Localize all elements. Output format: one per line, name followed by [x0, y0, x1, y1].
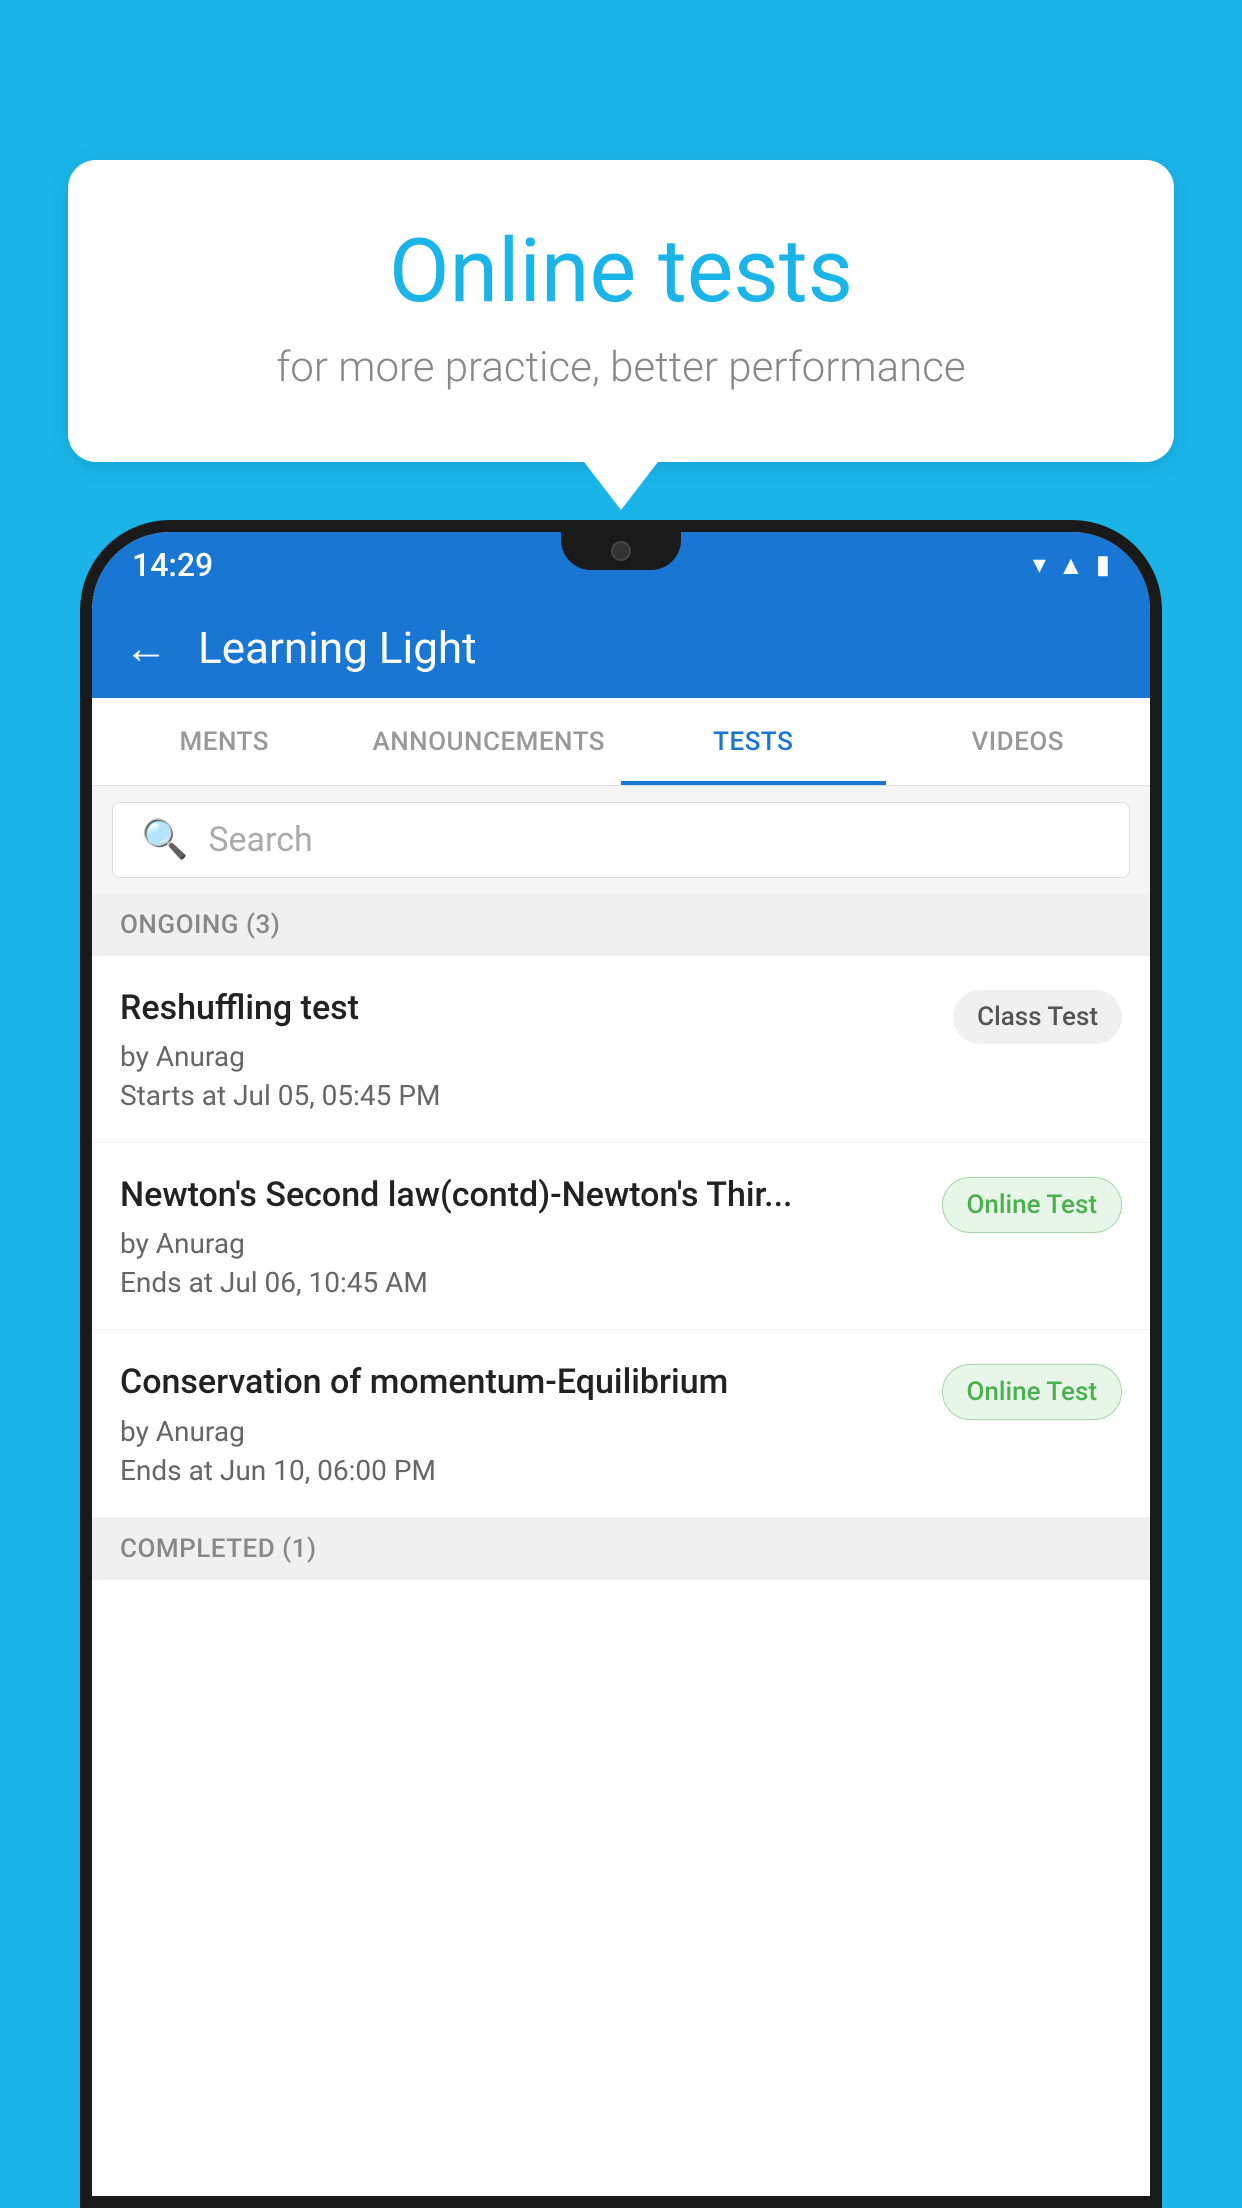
search-placeholder: Search [208, 820, 312, 860]
tab-videos[interactable]: VIDEOS [886, 698, 1151, 785]
test-info-2: Newton's Second law(contd)-Newton's Thir… [120, 1173, 922, 1299]
notch [561, 532, 681, 570]
test-item-2[interactable]: Newton's Second law(contd)-Newton's Thir… [92, 1143, 1150, 1330]
test-badge-3: Online Test [942, 1364, 1123, 1420]
test-time-3: Ends at Jun 10, 06:00 PM [120, 1454, 922, 1487]
wifi-icon: ▾ [1033, 550, 1046, 580]
signal-icon: ▲ [1058, 550, 1084, 581]
test-info-1: Reshuffling test by Anurag Starts at Jul… [120, 986, 933, 1112]
test-name-2: Newton's Second law(contd)-Newton's Thir… [120, 1173, 922, 1217]
test-author-2: by Anurag [120, 1227, 922, 1260]
bubble-subtitle: for more practice, better performance [128, 343, 1114, 392]
test-item-3[interactable]: Conservation of momentum-Equilibrium by … [92, 1330, 1150, 1517]
test-name-3: Conservation of momentum-Equilibrium [120, 1360, 922, 1404]
tab-announcements[interactable]: ANNOUNCEMENTS [357, 698, 622, 785]
back-button[interactable]: ← [124, 622, 168, 674]
test-info-3: Conservation of momentum-Equilibrium by … [120, 1360, 922, 1486]
status-time: 14:29 [132, 546, 213, 584]
completed-section-header: COMPLETED (1) [92, 1518, 1150, 1580]
test-badge-2: Online Test [942, 1177, 1123, 1233]
camera [611, 541, 631, 561]
phone-frame: 14:29 ▾ ▲ ▮ ← Learning Light MENTS ANNOU… [80, 520, 1162, 2208]
speech-bubble: Online tests for more practice, better p… [68, 160, 1174, 462]
test-name-1: Reshuffling test [120, 986, 933, 1030]
ongoing-section-header: ONGOING (3) [92, 894, 1150, 956]
status-icons: ▾ ▲ ▮ [1033, 550, 1110, 581]
app-bar-title: Learning Light [198, 622, 477, 674]
tab-tests[interactable]: TESTS [621, 698, 886, 785]
search-input[interactable]: 🔍 Search [112, 802, 1130, 878]
test-item-1[interactable]: Reshuffling test by Anurag Starts at Jul… [92, 956, 1150, 1143]
search-icon: 🔍 [141, 818, 188, 862]
test-author-3: by Anurag [120, 1415, 922, 1448]
app-bar: ← Learning Light [92, 598, 1150, 698]
tab-bar: MENTS ANNOUNCEMENTS TESTS VIDEOS [92, 698, 1150, 786]
status-bar: 14:29 ▾ ▲ ▮ [92, 532, 1150, 598]
tab-ments[interactable]: MENTS [92, 698, 357, 785]
test-time-1: Starts at Jul 05, 05:45 PM [120, 1079, 933, 1112]
test-list: Reshuffling test by Anurag Starts at Jul… [92, 956, 1150, 1518]
battery-icon: ▮ [1096, 550, 1110, 580]
test-badge-1: Class Test [953, 990, 1122, 1044]
test-time-2: Ends at Jul 06, 10:45 AM [120, 1266, 922, 1299]
test-author-1: by Anurag [120, 1040, 933, 1073]
phone-inner: 14:29 ▾ ▲ ▮ ← Learning Light MENTS ANNOU… [92, 532, 1150, 2196]
search-bar: 🔍 Search [92, 786, 1150, 894]
bubble-title: Online tests [128, 220, 1114, 323]
